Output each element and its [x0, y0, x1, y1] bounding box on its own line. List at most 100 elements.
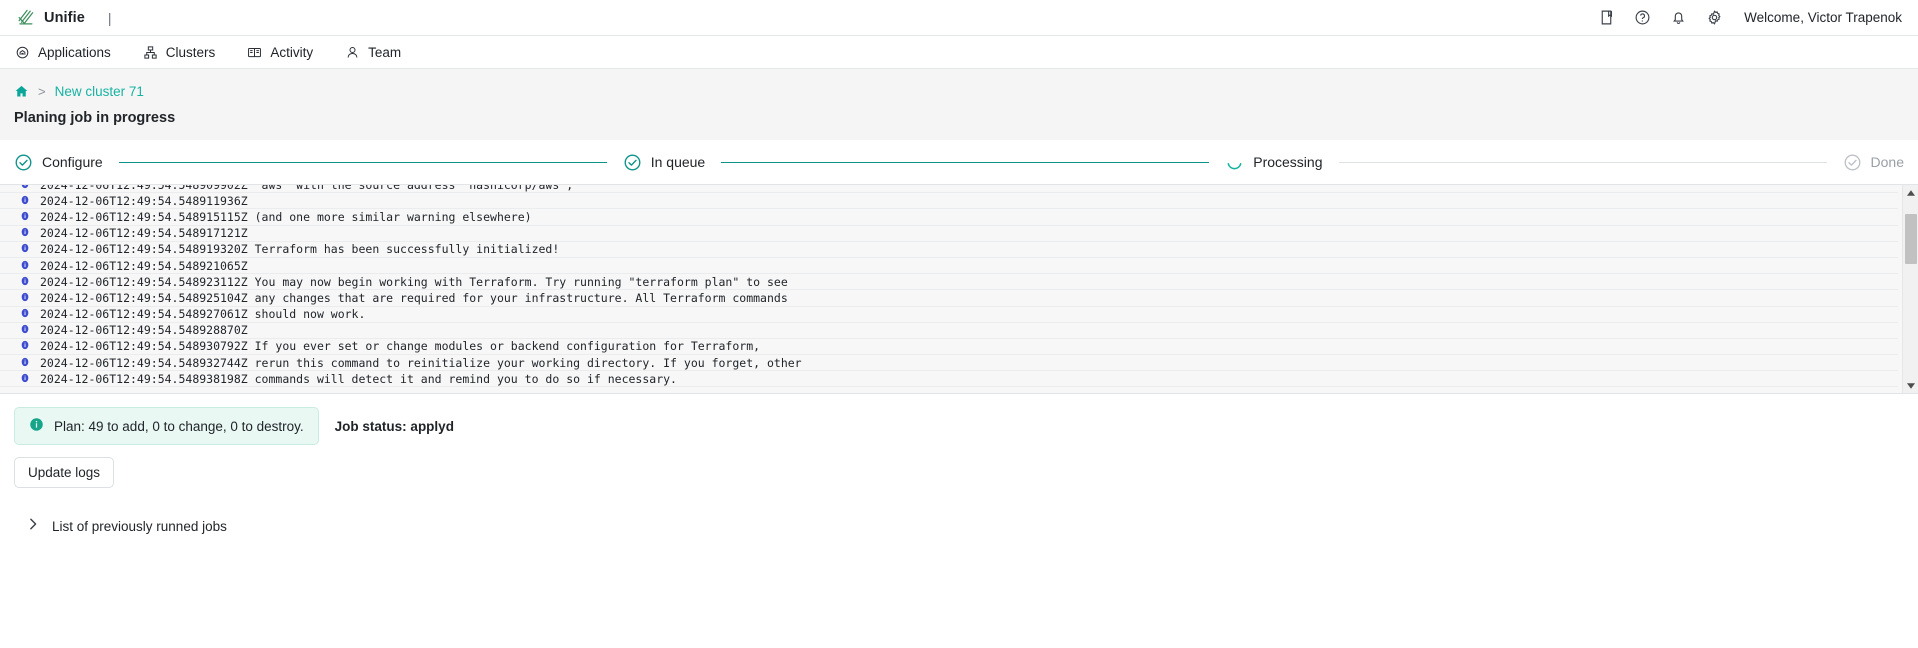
step-in-queue[interactable]: In queue: [623, 153, 706, 172]
breadcrumb-band: > New cluster 71 Planing job in progress: [0, 69, 1918, 140]
step-label: Configure: [42, 154, 103, 170]
log-line: 2024-12-06T12:49:54.548930792Z If you ev…: [0, 339, 1898, 356]
info-icon: [20, 339, 30, 353]
brand-name: Unifie: [44, 9, 85, 26]
brand[interactable]: Unifie |: [16, 8, 112, 27]
log-line: 2024-12-06T12:49:54.548927061Z should no…: [0, 307, 1898, 323]
status-row: Plan: 49 to add, 0 to change, 0 to destr…: [0, 394, 1918, 445]
log-line: 2024-12-06T12:49:54.548917121Z: [0, 226, 1898, 242]
step-label: Processing: [1253, 154, 1323, 170]
log-line-text: 2024-12-06T12:49:54.548938198Z commands …: [40, 371, 677, 386]
log-line-text: 2024-12-06T12:49:54.548909902Z "aws" wit…: [40, 185, 573, 193]
step-connector-3: [1338, 161, 1827, 163]
update-logs-button[interactable]: Update logs: [14, 457, 115, 488]
step-label: In queue: [650, 154, 706, 170]
step-processing[interactable]: Processing: [1225, 153, 1323, 172]
breadcrumb: > New cluster 71: [14, 81, 1904, 101]
breadcrumb-current[interactable]: New cluster 71: [55, 84, 144, 99]
log-line-text: 2024-12-06T12:49:54.548917121Z: [40, 226, 248, 241]
previous-jobs-accordion: List of previously runned jobs: [14, 507, 1904, 545]
log-line-text: 2024-12-06T12:49:54.548919320Z Terraform…: [40, 242, 560, 257]
scroll-down-button[interactable]: [1903, 378, 1918, 393]
team-icon: [345, 45, 360, 60]
log-line-text: 2024-12-06T12:49:54.548925104Z any chang…: [40, 290, 788, 305]
log-line-text: 2024-12-06T12:49:54.548930792Z If you ev…: [40, 339, 761, 354]
header-actions: Welcome, Victor Trapenok: [1598, 9, 1902, 26]
log-line-text: 2024-12-06T12:49:54.548921065Z: [40, 258, 248, 273]
nav-item-team[interactable]: Team: [343, 41, 403, 64]
nav-item-clusters[interactable]: Clusters: [141, 41, 218, 64]
nav-label: Clusters: [165, 44, 216, 60]
home-icon[interactable]: [14, 84, 29, 99]
applications-icon: [15, 45, 30, 60]
info-icon: [20, 194, 30, 208]
log-line-text: 2024-12-06T12:49:54.548927061Z should no…: [40, 307, 366, 322]
log-line: 2024-12-06T12:49:54.548925104Z any chang…: [0, 290, 1898, 307]
info-icon: [20, 323, 30, 337]
nav-item-activity[interactable]: Activity: [245, 41, 315, 64]
check-circle-icon: [14, 153, 33, 172]
log-scroll-area[interactable]: 2024-12-06T12:49:54.548909902Z "aws" wit…: [0, 185, 1918, 393]
plan-summary-text: Plan: 49 to add, 0 to change, 0 to destr…: [54, 418, 304, 434]
step-connector-2: [721, 161, 1210, 163]
log-line: 2024-12-06T12:49:54.548915115Z (and one …: [0, 209, 1898, 226]
log-line: 2024-12-06T12:49:54.548923112Z You may n…: [0, 274, 1898, 291]
previous-jobs-accordion-label: List of previously runned jobs: [52, 518, 227, 534]
log-line: 2024-12-06T12:49:54.548911936Z: [0, 193, 1898, 210]
log-line: 2024-12-06T12:49:54.548921065Z: [0, 258, 1898, 275]
job-progress-stepper: Configure In queue Processing Done: [0, 140, 1918, 184]
job-log-panel: 2024-12-06T12:49:54.548909902Z "aws" wit…: [0, 184, 1918, 394]
log-line: 2024-12-06T12:49:54.548932744Z rerun thi…: [0, 355, 1898, 372]
help-icon[interactable]: [1634, 9, 1651, 26]
nav-label: Applications: [38, 44, 111, 60]
actions-row: Update logs: [0, 445, 1918, 488]
info-icon: [20, 291, 30, 305]
docs-icon[interactable]: [1598, 9, 1615, 26]
settings-icon[interactable]: [1706, 9, 1723, 26]
nav-item-applications[interactable]: Applications: [13, 41, 113, 64]
nav-label: Activity: [270, 44, 314, 60]
step-done[interactable]: Done: [1843, 153, 1904, 172]
log-line: 2024-12-06T12:49:54.548928870Z: [0, 323, 1898, 339]
log-line: 2024-12-06T12:49:54.548938198Z commands …: [0, 371, 1898, 388]
welcome-user-label[interactable]: Welcome, Victor Trapenok: [1744, 10, 1902, 25]
info-icon: [20, 185, 30, 192]
previous-jobs-accordion-header[interactable]: List of previously runned jobs: [14, 507, 1904, 545]
page-title: Planing job in progress: [14, 110, 176, 126]
step-label: Done: [1870, 154, 1904, 170]
chevron-right-icon: [28, 517, 38, 535]
log-line: 2024-12-06T12:49:54.548909902Z "aws" wit…: [0, 185, 1898, 194]
scrollbar-track[interactable]: [1903, 200, 1918, 378]
check-circle-icon: [1843, 153, 1862, 172]
scroll-up-button[interactable]: [1903, 185, 1918, 200]
clusters-icon: [143, 45, 158, 60]
top-header-bar: Unifie | Welcome, Victor Trapenok: [0, 0, 1918, 36]
log-line-text: 2024-12-06T12:49:54.548923112Z You may n…: [40, 274, 788, 289]
log-line-text: 2024-12-06T12:49:54.548911936Z: [40, 193, 248, 208]
info-icon: [20, 307, 30, 321]
log-scrollbar[interactable]: [1902, 185, 1918, 393]
nav-label: Team: [368, 44, 402, 60]
step-configure[interactable]: Configure: [14, 153, 103, 172]
info-icon: [20, 356, 30, 370]
unifie-logo-icon: [16, 8, 35, 27]
scrollbar-thumb[interactable]: [1905, 214, 1917, 264]
main-navigation: Applications Clusters Activity Team: [0, 36, 1918, 69]
step-connector-1: [118, 161, 607, 163]
log-line-text: 2024-12-06T12:49:54.548915115Z (and one …: [40, 209, 532, 224]
info-icon: [20, 226, 30, 240]
log-line-text: 2024-12-06T12:49:54.548932744Z rerun thi…: [40, 355, 802, 370]
spinner-icon: [1225, 153, 1244, 172]
activity-icon: [247, 45, 262, 60]
notifications-icon[interactable]: [1670, 9, 1687, 26]
info-icon: [20, 275, 30, 289]
check-circle-icon: [623, 153, 642, 172]
log-line-text: 2024-12-06T12:49:54.548928870Z: [40, 323, 248, 338]
info-icon: [20, 372, 30, 386]
info-icon: [20, 242, 30, 256]
info-circle-icon: [29, 417, 44, 435]
plan-summary-alert: Plan: 49 to add, 0 to change, 0 to destr…: [14, 407, 319, 445]
breadcrumb-separator: >: [38, 83, 46, 99]
job-status-label: Job status: applyd: [334, 418, 454, 434]
log-line: 2024-12-06T12:49:54.548919320Z Terraform…: [0, 242, 1898, 258]
